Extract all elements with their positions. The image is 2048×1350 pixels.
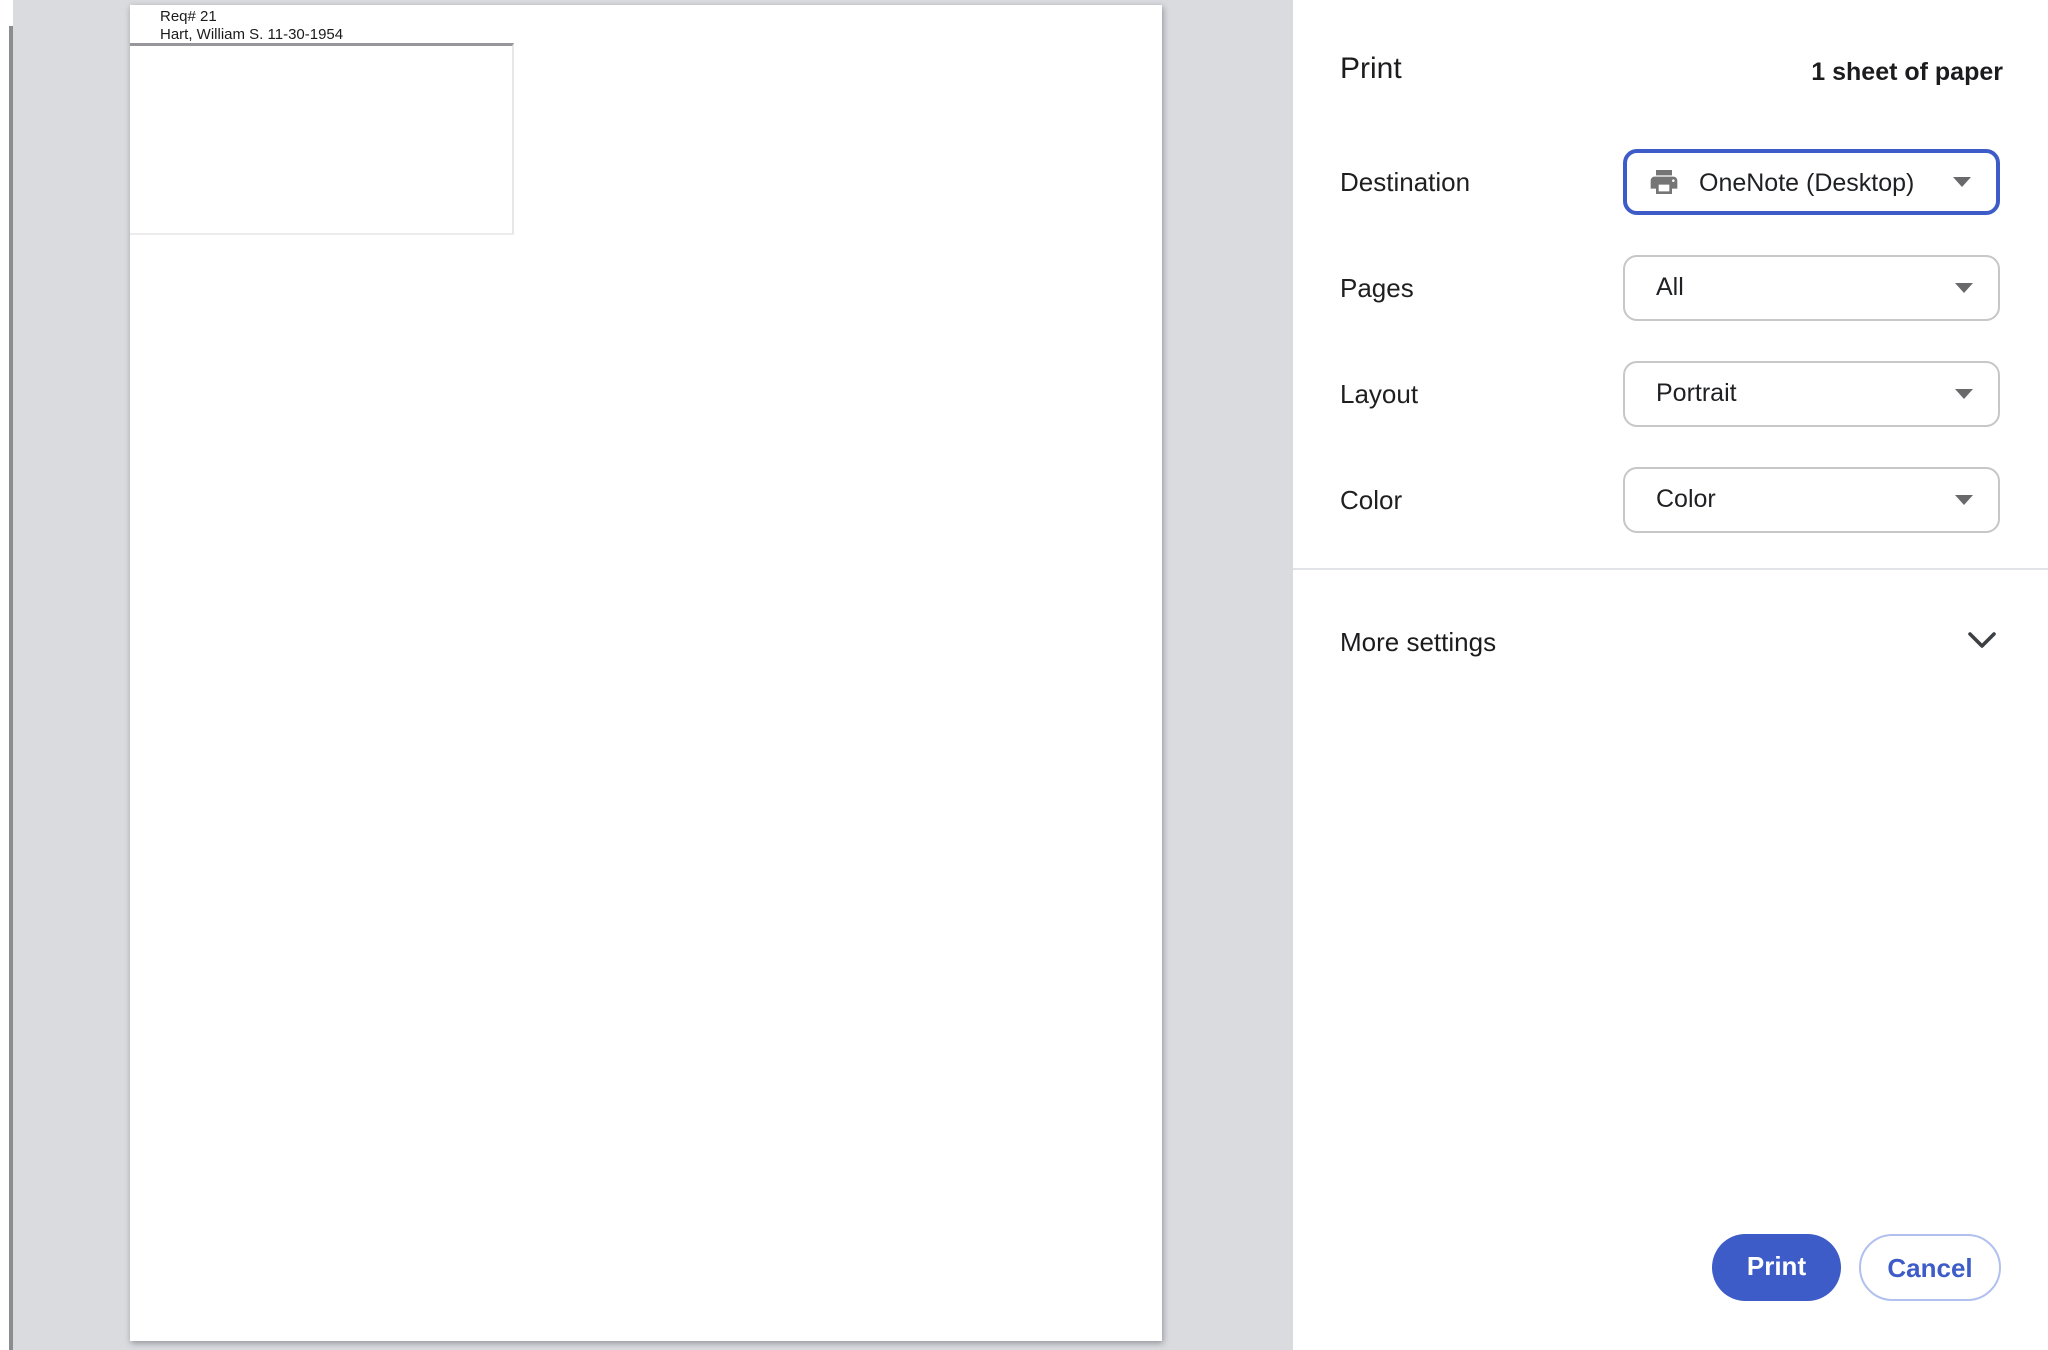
print-settings-panel: Print 1 sheet of paper Destination OneNo…: [1293, 0, 2048, 1350]
color-select[interactable]: Color: [1623, 467, 2000, 533]
document-table-outline: [130, 43, 514, 235]
layout-select[interactable]: Portrait: [1623, 361, 2000, 427]
document-name-line: Hart, William S. 11-30-1954: [160, 26, 343, 44]
chevron-down-icon: [1966, 631, 1998, 651]
pages-label: Pages: [1340, 255, 1414, 321]
layout-label: Layout: [1340, 361, 1418, 427]
background-window-border: [9, 26, 13, 1350]
color-label: Color: [1340, 467, 1402, 533]
background-window-edge: [0, 0, 9, 1350]
cancel-button[interactable]: Cancel: [1859, 1234, 2001, 1301]
document-req-line: Req# 21: [160, 8, 343, 26]
sheet-count-label: 1 sheet of paper: [1811, 58, 2003, 87]
destination-select[interactable]: OneNote (Desktop): [1623, 149, 2000, 215]
more-settings-label: More settings: [1340, 611, 2000, 673]
print-preview-area: Req# 21 Hart, William S. 11-30-1954: [0, 0, 1293, 1350]
layout-row: Layout Portrait: [1340, 361, 2000, 427]
color-row: Color Color: [1340, 467, 2000, 533]
color-value: Color: [1656, 469, 1716, 531]
preview-page: Req# 21 Hart, William S. 11-30-1954: [130, 5, 1162, 1341]
print-button[interactable]: Print: [1712, 1234, 1841, 1301]
destination-label: Destination: [1340, 149, 1470, 215]
background-window-corner: [0, 0, 13, 26]
layout-value: Portrait: [1656, 363, 1737, 425]
printer-icon: [1648, 166, 1680, 198]
pages-select[interactable]: All: [1623, 255, 2000, 321]
settings-divider: [1293, 568, 2048, 570]
pages-row: Pages All: [1340, 255, 2000, 321]
destination-value: OneNote (Desktop): [1699, 153, 1914, 215]
pages-value: All: [1656, 257, 1684, 319]
document-header-text: Req# 21 Hart, William S. 11-30-1954: [160, 8, 343, 43]
caret-down-icon: [1955, 495, 1973, 505]
destination-row: Destination OneNote (Desktop): [1340, 149, 2000, 215]
more-settings-toggle[interactable]: More settings: [1340, 611, 2000, 673]
page-title: Print: [1340, 52, 1402, 86]
caret-down-icon: [1955, 283, 1973, 293]
caret-down-icon: [1955, 389, 1973, 399]
caret-down-icon: [1953, 177, 1971, 187]
